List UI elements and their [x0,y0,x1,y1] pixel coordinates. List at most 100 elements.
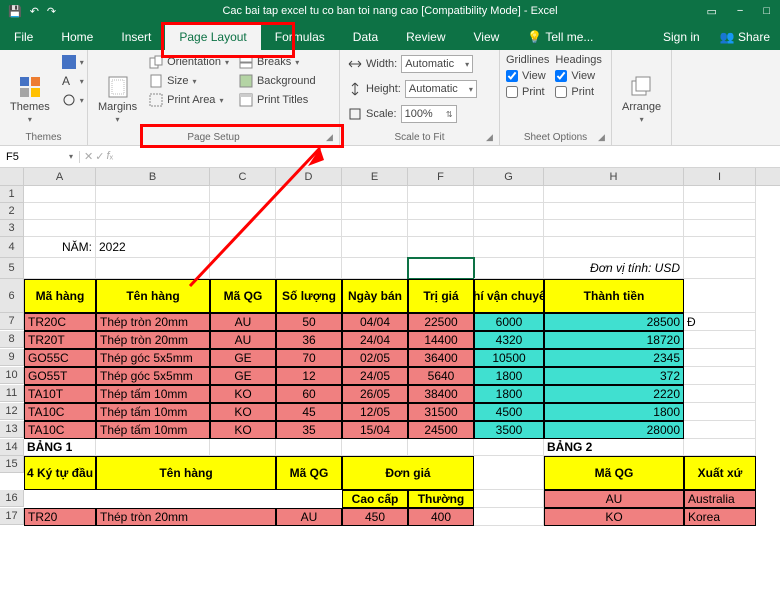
col-header-c[interactable]: C [210,168,276,185]
cell[interactable]: AU [210,331,276,349]
cell[interactable]: Mã QG [276,456,342,490]
tab-file[interactable]: File [0,24,47,50]
print-titles-button[interactable]: Print Titles [237,92,318,108]
cell[interactable]: BẢNG 2 [544,439,684,456]
cell[interactable] [684,403,756,421]
cell[interactable] [342,237,408,258]
cell[interactable] [684,279,756,313]
cell[interactable] [684,421,756,439]
row-header[interactable]: 10 [0,367,24,384]
cell[interactable]: Thép tròn 20mm [96,313,210,331]
fx-icon[interactable]: fₓ [106,150,113,163]
cell[interactable] [96,186,210,203]
cell[interactable]: TR20C [24,313,96,331]
cell[interactable]: 18720 [544,331,684,349]
cell[interactable] [408,237,474,258]
ribbon-options-icon[interactable]: ▭ [697,5,727,18]
cell[interactable]: KO [544,508,684,526]
row-header[interactable]: 13 [0,421,24,438]
cell[interactable] [24,186,96,203]
cell[interactable]: 28000 [544,421,684,439]
cell[interactable] [474,258,544,279]
cell[interactable]: 12/05 [342,403,408,421]
cell[interactable]: 24/04 [342,331,408,349]
tab-insert[interactable]: Insert [107,24,165,50]
cell[interactable]: KO [210,403,276,421]
tab-page-layout[interactable]: Page Layout [165,24,260,50]
cell[interactable]: GO55C [24,349,96,367]
cell[interactable] [276,186,342,203]
row-header[interactable]: 12 [0,403,24,420]
cell[interactable] [210,439,276,456]
print-area-button[interactable]: Print Area▾ [147,92,231,108]
row-header[interactable]: 2 [0,203,24,220]
cell[interactable]: Thép góc 5x5mm [96,349,210,367]
cell[interactable]: 50 [276,313,342,331]
cell[interactable]: Thép góc 5x5mm [96,367,210,385]
cell[interactable]: 14400 [408,331,474,349]
cell[interactable] [276,237,342,258]
cell[interactable]: 4 Ký tự đầu [24,456,96,490]
cell[interactable]: 70 [276,349,342,367]
cell[interactable]: Thép tròn 20mm [96,331,210,349]
arrange-button[interactable]: Arrange ▾ [618,54,665,145]
headings-print-checkbox[interactable]: Print [555,86,601,98]
cell[interactable] [544,237,684,258]
effects-button[interactable]: ▾ [60,92,86,108]
cell[interactable] [96,258,210,279]
cell[interactable]: 36400 [408,349,474,367]
row-header[interactable]: 16 [0,490,24,507]
cell[interactable] [474,186,544,203]
cell[interactable] [24,220,96,237]
col-header-f[interactable]: F [408,168,474,185]
cell[interactable] [276,439,342,456]
cell[interactable] [408,258,474,279]
col-header-i[interactable]: I [684,168,756,185]
minimize-icon[interactable]: − [727,5,753,17]
cell[interactable] [684,331,756,349]
cell[interactable]: 26/05 [342,385,408,403]
cell[interactable]: 1800 [474,385,544,403]
name-box[interactable]: F5▾ [0,151,80,163]
cell[interactable] [474,508,544,526]
background-button[interactable]: Background [237,73,318,89]
fonts-button[interactable]: A▾ [60,73,86,89]
cell[interactable]: 45 [276,403,342,421]
redo-icon[interactable]: ↷ [47,5,56,18]
cell[interactable]: Mã hàng [24,279,96,313]
cell[interactable]: TR20T [24,331,96,349]
row-header[interactable]: 15 [0,456,24,473]
cell[interactable]: Thành tiền [544,279,684,313]
cell[interactable]: Đ [684,313,756,331]
cell[interactable]: 12 [276,367,342,385]
cell[interactable]: 5640 [408,367,474,385]
row-header[interactable]: 17 [0,508,24,525]
cell[interactable] [684,385,756,403]
cell[interactable]: Korea [684,508,756,526]
save-icon[interactable]: 💾 [8,5,22,18]
cell[interactable]: Cao cấp [342,490,408,508]
cell[interactable] [544,186,684,203]
tell-me[interactable]: 💡 Tell me... [513,24,607,50]
cell[interactable]: 1800 [544,403,684,421]
col-header-h[interactable]: H [544,168,684,185]
cell[interactable]: Thép tròn 20mm [96,508,276,526]
cell[interactable]: TA10T [24,385,96,403]
cell[interactable] [24,203,96,220]
cell[interactable]: 2220 [544,385,684,403]
cell[interactable]: 36 [276,331,342,349]
cell[interactable]: Xuất xứ [684,456,756,490]
gridlines-view-checkbox[interactable]: View [506,70,549,82]
cell[interactable] [210,203,276,220]
cell[interactable] [342,439,408,456]
cell[interactable] [96,220,210,237]
row-header[interactable]: 6 [0,279,24,313]
row-header[interactable]: 1 [0,186,24,203]
headings-view-checkbox[interactable]: View [555,70,601,82]
cell[interactable]: GE [210,367,276,385]
cell[interactable] [342,186,408,203]
tab-data[interactable]: Data [339,24,392,50]
gridlines-print-checkbox[interactable]: Print [506,86,549,98]
cell[interactable] [210,186,276,203]
cell[interactable] [684,186,756,203]
